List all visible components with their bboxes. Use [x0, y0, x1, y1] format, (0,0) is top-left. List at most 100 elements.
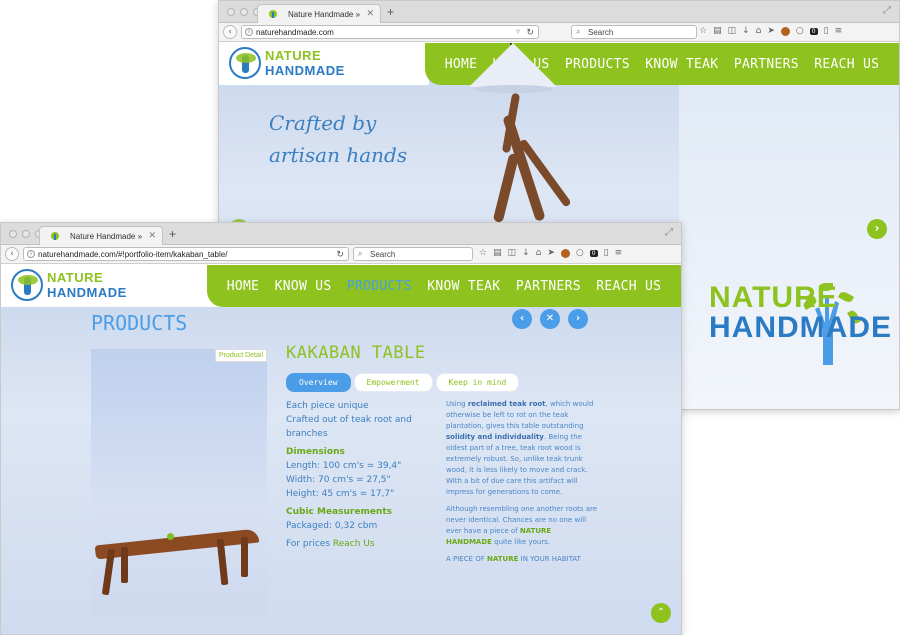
close-item-button[interactable]: ✕ — [540, 309, 560, 329]
extension-icon[interactable] — [560, 248, 570, 258]
logo-text-handmade: HANDMADE — [265, 63, 345, 78]
section-title: PRODUCTS — [91, 311, 188, 335]
url-text: naturehandmade.com — [256, 28, 334, 37]
back-button[interactable]: ‹ — [5, 247, 19, 261]
description-paragraph: Although resembling one another roots ar… — [446, 505, 598, 546]
bookmark-star-icon[interactable]: ☆ — [479, 248, 487, 258]
next-item-button[interactable]: › — [568, 309, 588, 329]
tab-bar: Nature Handmade » ✕ + ⤢ — [1, 223, 681, 245]
product-detail-badge: Product Detail — [215, 349, 267, 362]
reading-list-icon[interactable]: ▤ — [493, 248, 502, 258]
search-input[interactable]: ⌕ Search — [353, 247, 473, 261]
nav-products[interactable]: PRODUCTS — [347, 279, 412, 294]
download-icon[interactable]: ↓ — [742, 26, 750, 36]
back-button[interactable]: ‹ — [223, 25, 237, 39]
fullscreen-icon[interactable]: ⤢ — [883, 5, 891, 16]
page-content: NATURE HANDMADE HOME KNOW US PRODUCTS KN… — [1, 265, 681, 634]
close-tab-icon[interactable]: ✕ — [366, 8, 374, 19]
nav-reach-us[interactable]: REACH US — [814, 57, 879, 72]
tab-title: Nature Handmade » — [70, 232, 143, 241]
new-tab-button[interactable]: + — [169, 227, 176, 241]
nav-partners[interactable]: PARTNERS — [734, 57, 799, 72]
minimize-window-button[interactable] — [240, 8, 248, 16]
menu-icon[interactable]: ≡ — [835, 26, 843, 36]
reach-us-link[interactable]: Reach Us — [333, 539, 375, 549]
nav-know-teak[interactable]: KNOW TEAK — [427, 279, 500, 294]
reload-icon[interactable]: ↻ — [526, 27, 534, 38]
close-window-button[interactable] — [9, 230, 17, 238]
nav-reach-us[interactable]: REACH US — [596, 279, 661, 294]
site-info-icon[interactable]: i — [27, 250, 35, 258]
circle-icon[interactable]: ○ — [796, 26, 804, 36]
fullscreen-icon[interactable]: ⤢ — [665, 227, 673, 238]
search-icon: ⌕ — [358, 249, 363, 258]
reload-icon[interactable]: ↻ — [336, 249, 344, 260]
home-icon[interactable]: ⌂ — [756, 26, 762, 36]
url-bar[interactable]: i naturehandmade.com ▿ ↻ — [241, 25, 539, 39]
close-window-button[interactable] — [227, 8, 235, 16]
dimension-width: Width: 70 cm's = 27,5" — [286, 475, 391, 485]
circle-icon[interactable]: ○ — [576, 248, 584, 258]
brand-logo-nature: NATURE — [709, 281, 838, 314]
brand-panel — [679, 43, 899, 409]
main-nav: HOME KNOW US PRODUCTS KNOW TEAK PARTNERS… — [207, 265, 681, 307]
pocket-icon[interactable]: ◫ — [508, 248, 517, 258]
prices-line: For prices Reach Us — [286, 537, 436, 551]
pocket-icon[interactable]: ◫ — [728, 26, 737, 36]
hero-line-2: artisan hands — [269, 143, 408, 167]
next-slide-button[interactable]: › — [867, 219, 887, 239]
brand-logo-handmade: HANDMADE — [709, 311, 892, 344]
scroll-top-button[interactable]: ⌃ — [651, 603, 671, 623]
send-icon[interactable]: ➤ — [767, 26, 775, 36]
detail-line: Each piece unique — [286, 401, 369, 411]
logo-text-nature: NATURE — [47, 270, 104, 285]
dimensions-heading: Dimensions — [286, 447, 345, 457]
reading-list-icon[interactable]: ▤ — [713, 26, 722, 36]
bookmark-star-icon[interactable]: ☆ — [699, 26, 707, 36]
logo-tree-icon — [229, 47, 261, 79]
nav-products[interactable]: PRODUCTS — [565, 57, 630, 72]
hero-line-1: Crafted by — [269, 111, 377, 135]
window-controls — [9, 230, 43, 238]
nav-know-teak[interactable]: KNOW TEAK — [645, 57, 718, 72]
nav-home[interactable]: HOME — [227, 279, 260, 294]
toolbar-icons: ☆ ▤ ◫ ↓ ⌂ ➤ ○ 0 ▯ ≡ — [479, 248, 622, 258]
new-tab-button[interactable]: + — [387, 5, 394, 19]
minimize-window-button[interactable] — [22, 230, 30, 238]
search-icon: ⌕ — [576, 27, 581, 36]
url-dropdown-icon[interactable]: ▿ — [516, 27, 520, 36]
url-bar[interactable]: i naturehandmade.com/#!portfolio-item/ka… — [23, 247, 349, 261]
close-tab-icon[interactable]: ✕ — [148, 230, 156, 241]
browser-tab[interactable]: Nature Handmade » ✕ — [39, 226, 163, 245]
extension-icon[interactable] — [780, 26, 790, 36]
logo-tree-icon — [11, 269, 43, 301]
nav-know-us[interactable]: KNOW US — [275, 279, 332, 294]
apple-icon — [167, 533, 174, 540]
toolbar-icons: ☆ ▤ ◫ ↓ ⌂ ➤ ○ 0 ▯ ≡ — [699, 26, 842, 36]
navigation-bar: ‹ i naturehandmade.com ▿ ↻ ⌕ Search ☆ ▤ … — [219, 23, 899, 42]
home-icon[interactable]: ⌂ — [536, 248, 542, 258]
sidebar-icon[interactable]: ▯ — [604, 248, 609, 258]
notification-badge-icon[interactable]: 0 — [809, 27, 818, 35]
site-logo[interactable]: NATURE HANDMADE — [229, 47, 345, 79]
tab-keep-in-mind[interactable]: Keep in mind — [435, 373, 520, 392]
product-tabs: Overview Empowerment Keep in mind — [286, 373, 520, 392]
download-icon[interactable]: ↓ — [522, 248, 530, 258]
site-info-icon[interactable]: i — [245, 28, 253, 36]
tab-bar: Nature Handmade » ✕ + ⤢ — [219, 1, 899, 23]
site-logo[interactable]: NATURE HANDMADE — [11, 269, 127, 301]
tab-overview[interactable]: Overview — [286, 373, 351, 392]
sidebar-icon[interactable]: ▯ — [824, 26, 829, 36]
product-title: KAKABAN TABLE — [286, 343, 426, 363]
browser-tab[interactable]: Nature Handmade » ✕ — [257, 4, 381, 23]
previous-item-button[interactable]: ‹ — [512, 309, 532, 329]
nav-partners[interactable]: PARTNERS — [516, 279, 581, 294]
send-icon[interactable]: ➤ — [547, 248, 555, 258]
menu-icon[interactable]: ≡ — [615, 248, 623, 258]
notification-badge-icon[interactable]: 0 — [589, 249, 598, 257]
tab-title: Nature Handmade » — [288, 10, 361, 19]
overview-description: Using reclaimed teak root, which would o… — [446, 399, 598, 571]
hero-tagline: Crafted by artisan hands — [269, 107, 407, 171]
tab-empowerment[interactable]: Empowerment — [353, 373, 433, 392]
search-input[interactable]: ⌕ Search — [571, 25, 697, 39]
